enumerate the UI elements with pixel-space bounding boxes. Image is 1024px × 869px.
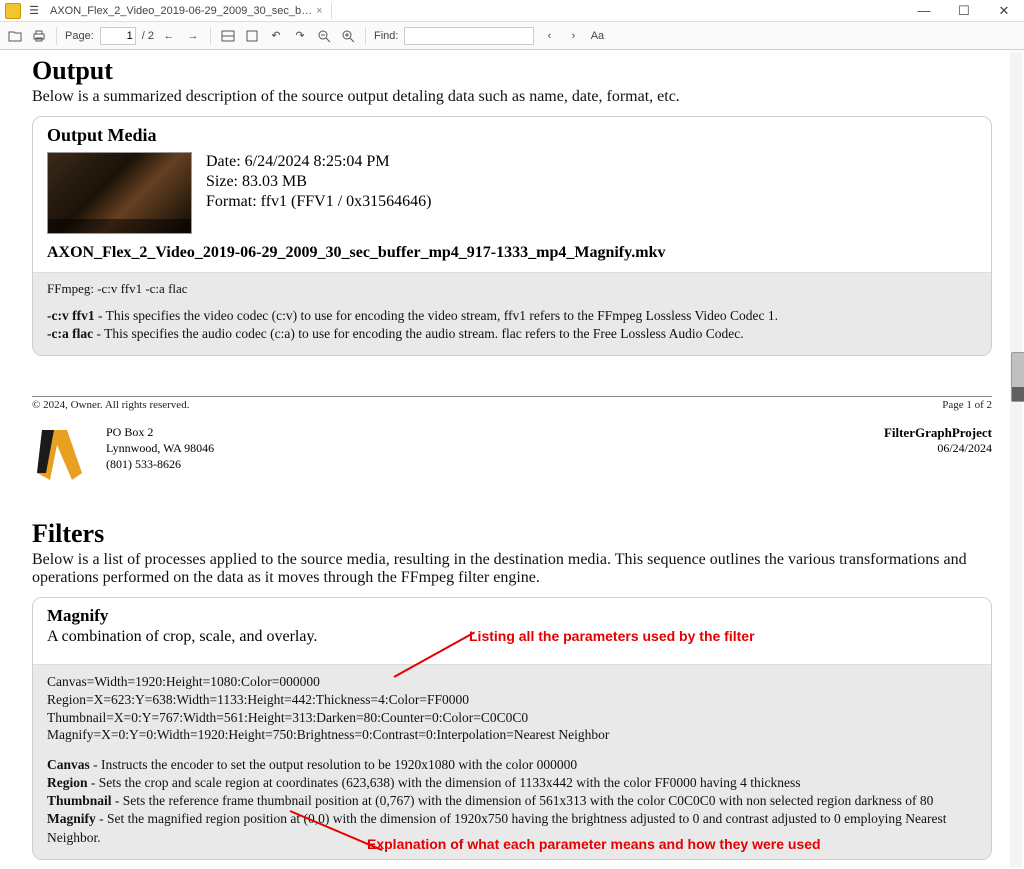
region-label: Region [47, 775, 88, 790]
find-next-icon[interactable]: › [564, 27, 582, 45]
ca-flag: -c:a flac [47, 326, 93, 341]
param-canvas: Canvas=Width=1920:Height=1080:Color=0000… [47, 673, 977, 691]
fit-width-icon[interactable] [219, 27, 237, 45]
cv-text: - This specifies the video codec (c:v) t… [95, 308, 778, 323]
company-logo [32, 425, 96, 483]
page-footer: © 2024, Owner. All rights reserved. Page… [32, 396, 992, 411]
output-heading: Output [32, 56, 992, 86]
project-name: FilterGraphProject [884, 425, 992, 441]
region-text: - Sets the crop and scale region at coor… [88, 775, 801, 790]
match-case-icon[interactable]: Aa [588, 27, 606, 45]
rotate-left-icon[interactable]: ↶ [267, 27, 285, 45]
find-prev-icon[interactable]: ‹ [540, 27, 558, 45]
addr-line-3: (801) 533-8626 [106, 457, 214, 473]
zoom-in-icon[interactable] [339, 27, 357, 45]
codec-explanation: -c:v ffv1 - This specifies the video cod… [47, 307, 977, 343]
media-metadata: Date: 6/24/2024 8:25:04 PM Size: 83.03 M… [206, 152, 431, 212]
canvas-label: Canvas [47, 757, 90, 772]
document-viewer[interactable]: Output Below is a summarized description… [0, 50, 1024, 869]
output-subtext: Below is a summarized description of the… [32, 88, 992, 106]
scrollbar-thumb[interactable] [1011, 352, 1024, 402]
close-button[interactable]: ✕ [984, 3, 1024, 19]
param-magnify: Magnify=X=0:Y=0:Width=1920:Height=750:Br… [47, 726, 977, 744]
toolbar: Page: / 2 ← → ↶ ↷ Find: ‹ › Aa [0, 22, 1024, 50]
addr-line-2: Lynnwood, WA 98046 [106, 441, 214, 457]
cv-flag: -c:v ffv1 [47, 308, 95, 323]
page-content: Output Below is a summarized description… [32, 56, 992, 860]
filter-parameters: Canvas=Width=1920:Height=1080:Color=0000… [47, 673, 977, 743]
project-info: FilterGraphProject 06/24/2024 [884, 425, 992, 456]
page-total: / 2 [142, 30, 154, 42]
page-number: Page 1 of 2 [942, 399, 992, 411]
thumbnail-text: - Sets the reference frame thumbnail pos… [112, 793, 934, 808]
next-page-icon[interactable]: → [184, 27, 202, 45]
media-filename: AXON_Flex_2_Video_2019-06-29_2009_30_sec… [47, 244, 977, 262]
param-thumbnail: Thumbnail=X=0:Y=767:Width=561:Height=313… [47, 709, 977, 727]
minimize-button[interactable]: — [904, 3, 944, 18]
output-media-panel: Output Media Date: 6/24/2024 8:25:04 PM … [32, 116, 992, 356]
prev-page-icon[interactable]: ← [160, 27, 178, 45]
magnify-label: Magnify [47, 811, 96, 826]
find-label: Find: [374, 30, 398, 42]
param-region: Region=X=623:Y=638:Width=1133:Height=442… [47, 691, 977, 709]
print-icon[interactable] [30, 27, 48, 45]
filters-heading: Filters [32, 519, 992, 549]
zoom-out-icon[interactable] [315, 27, 333, 45]
fit-page-icon[interactable] [243, 27, 261, 45]
copyright: © 2024, Owner. All rights reserved. [32, 399, 189, 411]
open-icon[interactable] [6, 27, 24, 45]
page-label: Page: [65, 30, 94, 42]
filters-subtext: Below is a list of processes applied to … [32, 551, 992, 587]
find-input[interactable] [404, 27, 534, 45]
addr-line-1: PO Box 2 [106, 425, 214, 441]
magnify-text: - Set the magnified region position at (… [47, 811, 946, 844]
page-input[interactable] [100, 27, 136, 45]
media-size: Size: 83.03 MB [206, 172, 431, 192]
media-date: Date: 6/24/2024 8:25:04 PM [206, 152, 431, 172]
media-format: Format: ffv1 (FFV1 / 0x31564646) [206, 192, 431, 212]
tab-title: AXON_Flex_2_Video_2019-06-29_2009_30_sec… [50, 5, 312, 17]
ffmpeg-command: FFmpeg: -c:v ffv1 -c:a flac [47, 281, 977, 297]
filter-explanations: Canvas - Instructs the encoder to set th… [47, 756, 977, 847]
filter-description: A combination of crop, scale, and overla… [47, 628, 977, 646]
app-icon [5, 3, 21, 19]
company-address: PO Box 2 Lynnwood, WA 98046 (801) 533-86… [106, 425, 214, 472]
rotate-right-icon[interactable]: ↷ [291, 27, 309, 45]
canvas-text: - Instructs the encoder to set the outpu… [90, 757, 577, 772]
magnify-filter-panel: Magnify A combination of crop, scale, an… [32, 597, 992, 859]
project-date: 06/24/2024 [884, 441, 992, 456]
close-icon[interactable]: × [316, 5, 322, 17]
hamburger-icon[interactable]: ☰ [26, 4, 42, 17]
document-tab[interactable]: AXON_Flex_2_Video_2019-06-29_2009_30_sec… [42, 3, 332, 19]
thumbnail-label: Thumbnail [47, 793, 112, 808]
ca-text: - This specifies the audio codec (c:a) t… [93, 326, 744, 341]
title-bar: ☰ AXON_Flex_2_Video_2019-06-29_2009_30_s… [0, 0, 1024, 22]
filter-title: Magnify [47, 606, 977, 626]
vertical-scrollbar[interactable] [1010, 52, 1022, 867]
page-header: PO Box 2 Lynnwood, WA 98046 (801) 533-86… [32, 425, 992, 483]
video-thumbnail [47, 152, 192, 234]
maximize-button[interactable]: ☐ [944, 3, 984, 19]
output-media-title: Output Media [47, 125, 977, 146]
